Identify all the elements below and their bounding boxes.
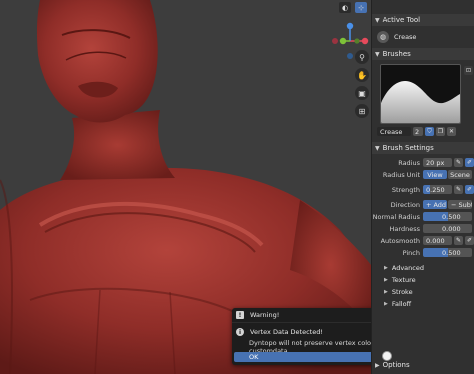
autosmooth-slider[interactable]: 0.000 xyxy=(423,236,452,245)
radius-unit-view-button[interactable]: View xyxy=(423,170,447,179)
collapse-arrow-icon: ▼ xyxy=(375,16,380,24)
crease-tool-icon: ◍ xyxy=(377,30,389,43)
active-tool-name: Crease xyxy=(394,32,417,41)
info-icon: i xyxy=(236,328,244,336)
autosmooth-label: Autosmooth xyxy=(380,236,420,245)
expand-arrow-icon: ▶ xyxy=(384,300,388,307)
radius-unit-label: Radius Unit xyxy=(382,170,420,179)
brush-selector-row: Crease 2 ⛉ ❐ ✕ xyxy=(377,126,473,137)
direction-row: Direction + Add − Subt xyxy=(372,199,474,210)
duplicate-brush-icon[interactable]: ❐ xyxy=(436,127,445,136)
pan-hand-icon[interactable]: ✋ xyxy=(355,68,369,82)
mouse-cursor xyxy=(382,351,392,361)
warning-icon: ! xyxy=(236,311,244,319)
active-tool-header[interactable]: ▼ Active Tool xyxy=(372,14,474,26)
brush-name-field[interactable]: Crease xyxy=(377,127,411,136)
strength-pen-icon[interactable]: ✐ xyxy=(465,185,474,194)
options-title: Options xyxy=(382,361,410,369)
plus-icon: + xyxy=(426,200,432,209)
brush-user-count[interactable]: 2 xyxy=(413,127,423,136)
active-tool-title: Active Tool xyxy=(382,16,421,24)
active-tool-row[interactable]: ◍ Crease xyxy=(377,30,474,43)
brush-settings-header[interactable]: ▼ Brush Settings xyxy=(372,142,474,154)
subpanel-advanced[interactable]: ▶ Advanced xyxy=(384,262,424,273)
camera-view-icon[interactable]: ▣ xyxy=(355,86,369,100)
brush-browse-icon[interactable]: ⊡ xyxy=(464,66,473,75)
brushes-header[interactable]: ▼ Brushes xyxy=(372,48,474,60)
expand-arrow-icon: ▶ xyxy=(384,264,388,271)
fake-user-shield-icon[interactable]: ⛉ xyxy=(425,127,434,136)
popup-divider xyxy=(232,322,371,323)
expand-arrow-icon: ▶ xyxy=(375,361,380,369)
collapse-arrow-icon: ▼ xyxy=(375,50,380,58)
normal-radius-row: Normal Radius 0.500 xyxy=(372,211,474,222)
zoom-icon[interactable]: ⚲ xyxy=(355,50,369,64)
hardness-label: Hardness xyxy=(389,224,420,233)
radius-pen-icon[interactable]: ✐ xyxy=(465,158,474,167)
brush-preview[interactable] xyxy=(380,64,461,124)
hardness-row: Hardness 0.000 xyxy=(372,223,474,234)
unlink-brush-icon[interactable]: ✕ xyxy=(447,127,456,136)
autosmooth-pressure-icon[interactable]: ✎ xyxy=(454,236,463,245)
pinch-slider[interactable]: 0.500 xyxy=(423,248,472,257)
subpanel-falloff[interactable]: ▶ Falloff xyxy=(384,298,411,309)
popup-message: Vertex Data Detected! xyxy=(250,328,323,336)
tool-settings-panel: ▼ Active Tool ◍ Crease ▼ Brushes ⊡ Creas… xyxy=(371,0,474,374)
autosmooth-row: Autosmooth 0.000 ✎ ✐ xyxy=(372,235,474,246)
direction-label: Direction xyxy=(390,200,420,209)
direction-subtract-label: Subt xyxy=(458,200,472,209)
subpanel-advanced-label: Advanced xyxy=(391,263,424,272)
collapse-arrow-icon: ▼ xyxy=(375,144,380,152)
radius-pressure-icon[interactable]: ✎ xyxy=(454,158,463,167)
subpanel-stroke-label: Stroke xyxy=(391,287,413,296)
subpanel-stroke[interactable]: ▶ Stroke xyxy=(384,286,413,297)
direction-subtract-button[interactable]: − Subt xyxy=(448,200,472,209)
popup-title: Warning! xyxy=(250,311,280,319)
subpanel-texture-label: Texture xyxy=(391,275,416,284)
normal-radius-slider[interactable]: 0.500 xyxy=(423,212,472,221)
hardness-slider[interactable]: 0.000 xyxy=(423,224,472,233)
normal-radius-label: Normal Radius xyxy=(372,212,420,221)
hardness-value: 0.000 xyxy=(442,224,461,233)
radius-label: Radius xyxy=(398,158,420,167)
expand-arrow-icon: ▶ xyxy=(384,276,388,283)
3d-viewport[interactable]: ◐ ⊹ ◎ ● ⚲ ✋ ▣ ⊞ ! Warning! i Vertex Data… xyxy=(0,0,371,374)
subpanel-texture[interactable]: ▶ Texture xyxy=(384,274,416,285)
pinch-value: 0.500 xyxy=(442,248,461,257)
strength-pressure-icon[interactable]: ✎ xyxy=(454,185,463,194)
radius-row: Radius 20 px ✎ ✐ xyxy=(372,157,474,168)
ok-button[interactable]: OK xyxy=(234,352,371,362)
brushes-title: Brushes xyxy=(382,50,411,58)
minus-icon: − xyxy=(451,200,457,209)
strength-row: Strength 0.250 ✎ ✐ xyxy=(372,184,474,195)
direction-add-label: Add xyxy=(433,200,447,209)
brush-settings-title: Brush Settings xyxy=(382,144,434,152)
view-options-icon[interactable]: ◐ xyxy=(339,2,351,13)
radius-unit-scene-button[interactable]: Scene xyxy=(448,170,472,179)
popup-title-row: ! Warning! xyxy=(236,311,279,319)
brush-preview-thumbnail xyxy=(381,65,460,123)
warning-popup: ! Warning! i Vertex Data Detected! Dynto… xyxy=(232,308,371,365)
strength-label: Strength xyxy=(391,185,420,194)
radius-unit-row: Radius Unit View Scene xyxy=(372,169,474,180)
perspective-grid-icon[interactable]: ⊞ xyxy=(355,104,369,118)
pinch-label: Pinch xyxy=(402,248,420,257)
direction-add-button[interactable]: + Add xyxy=(423,200,447,209)
autosmooth-value: 0.000 xyxy=(426,236,445,245)
autosmooth-pen-icon[interactable]: ✐ xyxy=(465,236,474,245)
strength-slider[interactable]: 0.250 xyxy=(423,185,452,194)
expand-arrow-icon: ▶ xyxy=(384,288,388,295)
viewport-header-tools: ◐ ⊹ ◎ ● xyxy=(339,2,371,13)
normal-radius-value: 0.500 xyxy=(442,212,461,221)
popup-message-row: i Vertex Data Detected! xyxy=(236,328,323,336)
radius-field[interactable]: 20 px xyxy=(423,158,452,167)
gizmo-toggle-icon[interactable]: ⊹ xyxy=(355,2,367,13)
pinch-row: Pinch 0.500 xyxy=(372,247,474,258)
subpanel-falloff-label: Falloff xyxy=(391,299,412,308)
strength-value: 0.250 xyxy=(426,185,445,194)
